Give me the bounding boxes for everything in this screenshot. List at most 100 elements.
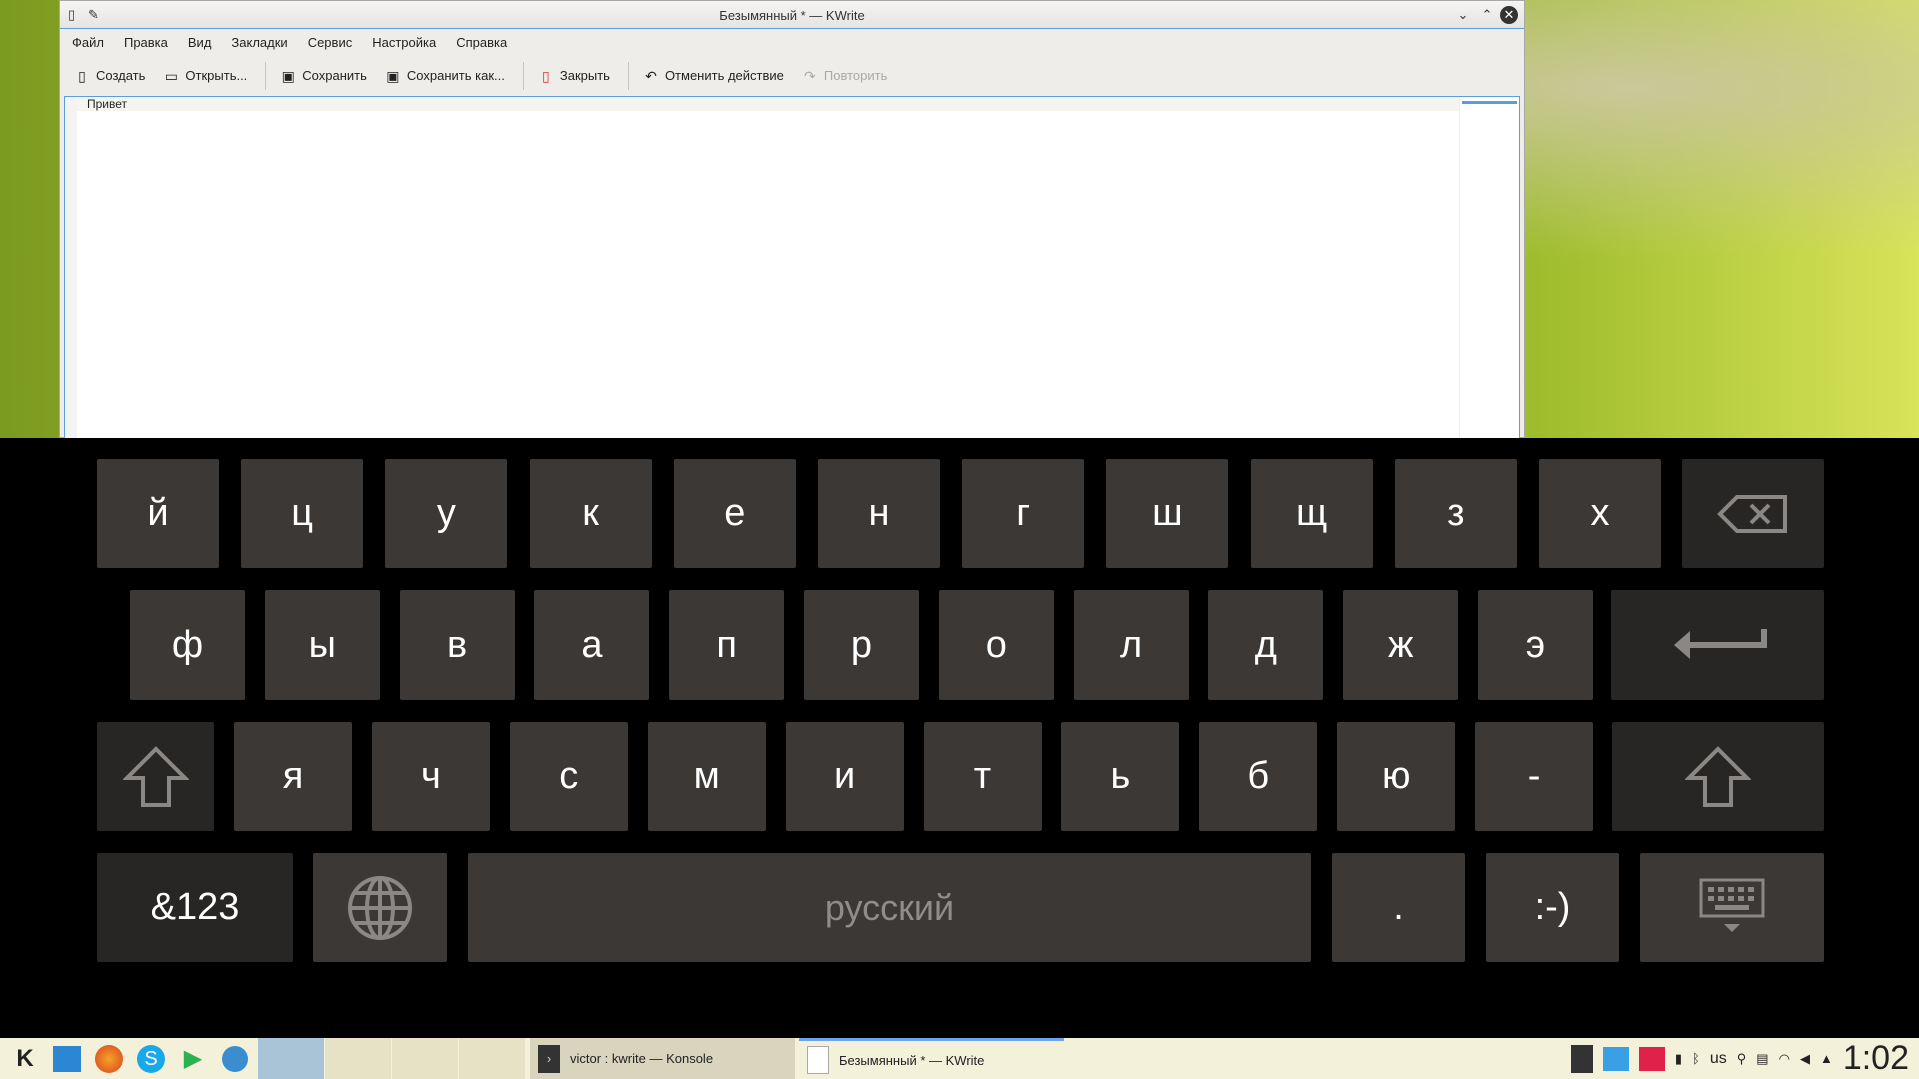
package-icon[interactable] — [1638, 1046, 1665, 1071]
shift-key-left[interactable] — [97, 722, 214, 831]
desktop-4[interactable] — [459, 1038, 526, 1079]
redo-button[interactable]: ↷ Повторить — [802, 68, 887, 84]
mixer-icon[interactable] — [1570, 1044, 1593, 1073]
language-key[interactable] — [313, 853, 447, 962]
key-п[interactable]: п — [669, 590, 785, 700]
hide-keyboard-key[interactable] — [1640, 853, 1824, 962]
redo-label: Повторить — [823, 68, 888, 83]
symbols-key[interactable]: &123 — [97, 853, 293, 962]
save-icon: ▣ — [281, 67, 295, 84]
folder-icon[interactable] — [1602, 1046, 1629, 1071]
new-button[interactable]: ▯ Создать — [74, 68, 145, 84]
key--[interactable]: - — [1475, 722, 1594, 831]
key-к[interactable]: к — [529, 459, 652, 568]
save-as-button[interactable]: ▣ Сохранить как... — [385, 68, 505, 84]
menu-file[interactable]: Файл — [72, 35, 104, 50]
open-label: Открыть... — [185, 68, 248, 83]
close-button[interactable]: ▯ Закрыть — [538, 68, 610, 84]
text-editor[interactable]: Привет — [64, 96, 1520, 439]
open-button[interactable]: ▭ Открыть... — [163, 68, 248, 84]
key-ф[interactable]: ф — [130, 590, 245, 700]
key-з[interactable]: з — [1394, 459, 1517, 568]
clock[interactable]: 1:02 — [1843, 1039, 1909, 1078]
minimize-button[interactable]: ⌄ — [1454, 6, 1472, 24]
desktop-1[interactable] — [258, 1038, 325, 1079]
minimap-viewport[interactable] — [1462, 101, 1517, 104]
terminal-icon: › — [538, 1044, 560, 1073]
skype-icon[interactable]: S — [134, 1042, 168, 1076]
key-й[interactable]: й — [97, 459, 219, 568]
key-ц[interactable]: ц — [241, 459, 364, 568]
key-ю[interactable]: ю — [1337, 722, 1456, 831]
tray-expand-icon[interactable]: ▲ — [1820, 1051, 1833, 1066]
menu-bookmarks[interactable]: Закладки — [231, 35, 287, 50]
key-ь[interactable]: ь — [1061, 722, 1180, 831]
key-ш[interactable]: ш — [1106, 459, 1229, 568]
firefox-icon[interactable] — [92, 1042, 126, 1076]
undo-icon: ↶ — [645, 67, 657, 84]
bluetooth-icon[interactable]: ᛒ — [1692, 1051, 1700, 1066]
menu-view[interactable]: Вид — [188, 35, 212, 50]
wifi-icon[interactable]: ◠ — [1779, 1051, 1790, 1067]
period-key[interactable]: . — [1332, 853, 1465, 962]
key-д[interactable]: д — [1208, 590, 1324, 700]
key-р[interactable]: р — [804, 590, 919, 700]
kwrite-window: ▯ ✎ Безымянный * — KWrite ⌄ ⌃ ✕ Файл Пра… — [59, 0, 1525, 439]
save-button[interactable]: ▣ Сохранить — [280, 68, 367, 84]
shift-key-right[interactable] — [1612, 722, 1824, 831]
key-о[interactable]: о — [938, 590, 1054, 700]
file-manager-icon[interactable] — [50, 1042, 84, 1076]
clipboard-icon[interactable]: ▤ — [1756, 1051, 1768, 1067]
task-konsole[interactable]: › victor : kwrite — Konsole — [530, 1038, 795, 1079]
key-б[interactable]: б — [1199, 722, 1318, 831]
key-ы[interactable]: ы — [264, 590, 380, 700]
key-щ[interactable]: щ — [1250, 459, 1373, 568]
key-с[interactable]: с — [509, 722, 628, 831]
taskbar: K S ▶ › victor : kwrite — Konsole Безымя… — [0, 1038, 1919, 1079]
key-у[interactable]: у — [385, 459, 508, 568]
usb-icon[interactable]: ▮ — [1675, 1051, 1682, 1067]
undo-button[interactable]: ↶ Отменить действие — [643, 68, 784, 84]
desktop-3[interactable] — [392, 1038, 459, 1079]
network-icon[interactable]: ⚲ — [1737, 1051, 1747, 1067]
separator — [627, 61, 629, 90]
title-bar[interactable]: ▯ ✎ Безымянный * — KWrite ⌄ ⌃ ✕ — [60, 1, 1524, 29]
key-х[interactable]: х — [1539, 459, 1661, 568]
menu-edit[interactable]: Правка — [124, 35, 168, 50]
space-key[interactable]: русский — [468, 853, 1311, 962]
key-г[interactable]: г — [962, 459, 1085, 568]
key-ч[interactable]: ч — [371, 722, 490, 831]
menu-tools[interactable]: Сервис — [308, 35, 353, 50]
task-kwrite[interactable]: Безымянный * — KWrite — [799, 1038, 1064, 1079]
key-л[interactable]: л — [1073, 590, 1189, 700]
keyboard-layout[interactable]: us — [1710, 1050, 1727, 1068]
play-store-icon[interactable]: ▶ — [176, 1042, 210, 1076]
system-tray: ▮ ᛒ us ⚲ ▤ ◠ ◀ ▲ 1:02 — [1570, 1038, 1919, 1079]
separator — [522, 61, 524, 90]
key-ж[interactable]: ж — [1343, 590, 1459, 700]
volume-icon[interactable]: ◀ — [1800, 1051, 1810, 1067]
key-е[interactable]: е — [673, 459, 796, 568]
key-т[interactable]: т — [923, 722, 1042, 831]
enter-key[interactable] — [1611, 590, 1824, 700]
minimap-scrollbar[interactable] — [1459, 97, 1519, 438]
key-я[interactable]: я — [234, 722, 352, 831]
browser-icon[interactable] — [218, 1042, 252, 1076]
application-launcher-icon[interactable]: K — [8, 1042, 42, 1076]
key-м[interactable]: м — [647, 722, 766, 831]
key-э[interactable]: э — [1478, 590, 1593, 700]
key-а[interactable]: а — [534, 590, 650, 700]
menu-help[interactable]: Справка — [456, 35, 507, 50]
key-н[interactable]: н — [818, 459, 940, 568]
close-window-button[interactable]: ✕ — [1500, 6, 1518, 24]
backspace-icon — [1717, 494, 1787, 533]
menu-settings[interactable]: Настройка — [372, 35, 436, 50]
window-title: Безымянный * — KWrite — [719, 8, 865, 23]
key-и[interactable]: и — [785, 722, 904, 831]
maximize-button[interactable]: ⌃ — [1478, 6, 1496, 24]
new-label: Создать — [96, 68, 146, 83]
backspace-key[interactable] — [1682, 459, 1824, 568]
smiley-key[interactable]: :-) — [1486, 853, 1619, 962]
desktop-2[interactable] — [325, 1038, 392, 1079]
key-в[interactable]: в — [399, 590, 515, 700]
